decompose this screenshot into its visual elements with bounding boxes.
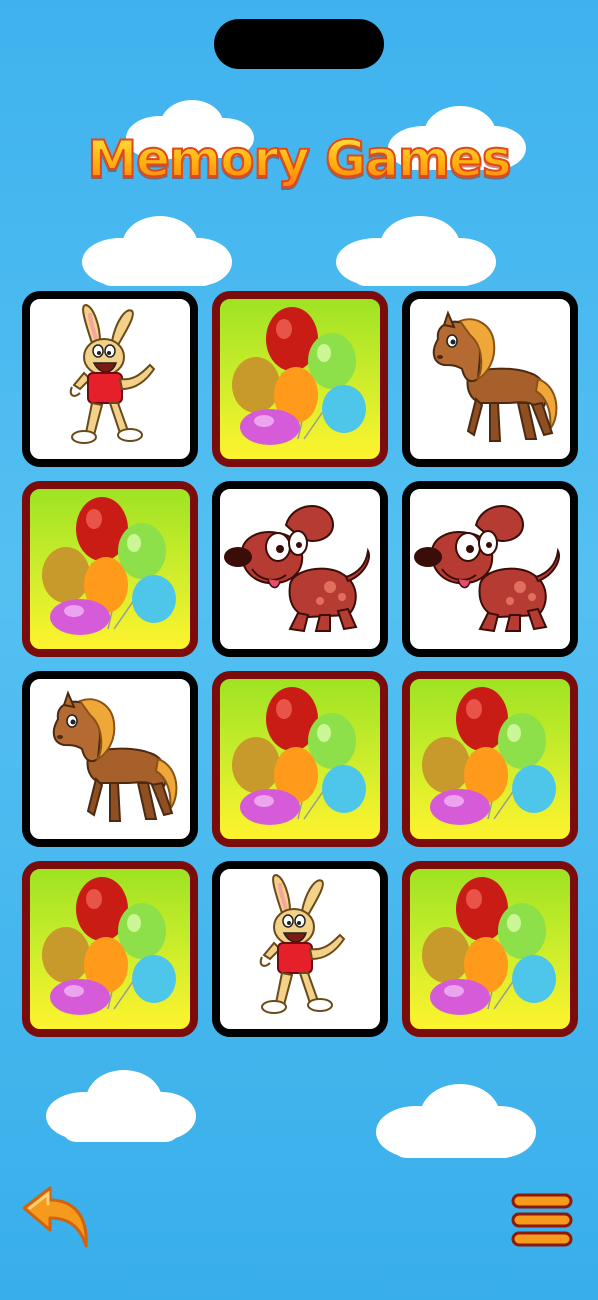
device-notch bbox=[214, 19, 384, 69]
memory-card-grid bbox=[22, 291, 578, 1037]
hamburger-menu-icon bbox=[511, 1193, 573, 1247]
memory-card[interactable] bbox=[22, 671, 198, 847]
dog-icon bbox=[224, 505, 370, 633]
balloons-icon bbox=[42, 497, 176, 635]
memory-card[interactable] bbox=[212, 291, 388, 467]
cloud-decoration bbox=[336, 216, 496, 286]
memory-card[interactable] bbox=[402, 291, 578, 467]
curved-back-arrow-icon bbox=[22, 1186, 88, 1248]
horse-icon bbox=[52, 690, 178, 822]
balloons-icon bbox=[422, 687, 556, 825]
memory-card[interactable] bbox=[212, 861, 388, 1037]
rabbit-icon bbox=[69, 303, 156, 444]
memory-card[interactable] bbox=[22, 861, 198, 1037]
memory-card[interactable] bbox=[22, 481, 198, 657]
memory-card[interactable] bbox=[212, 671, 388, 847]
cloud-decoration bbox=[46, 1070, 196, 1142]
horse-icon bbox=[432, 310, 558, 442]
balloons-icon bbox=[422, 877, 556, 1015]
memory-card[interactable] bbox=[22, 291, 198, 467]
memory-card[interactable] bbox=[402, 671, 578, 847]
balloons-icon bbox=[232, 687, 366, 825]
cloud-decoration bbox=[376, 1084, 536, 1158]
memory-card[interactable] bbox=[402, 481, 578, 657]
menu-button[interactable] bbox=[510, 1192, 574, 1248]
rabbit-icon bbox=[259, 873, 346, 1014]
back-button[interactable] bbox=[20, 1184, 92, 1250]
balloons-icon bbox=[232, 307, 366, 445]
memory-card[interactable] bbox=[402, 861, 578, 1037]
dog-icon bbox=[414, 505, 560, 633]
memory-card[interactable] bbox=[212, 481, 388, 657]
balloons-icon bbox=[42, 877, 176, 1015]
cloud-decoration bbox=[82, 216, 232, 286]
page-title: Memory Games bbox=[0, 129, 598, 189]
